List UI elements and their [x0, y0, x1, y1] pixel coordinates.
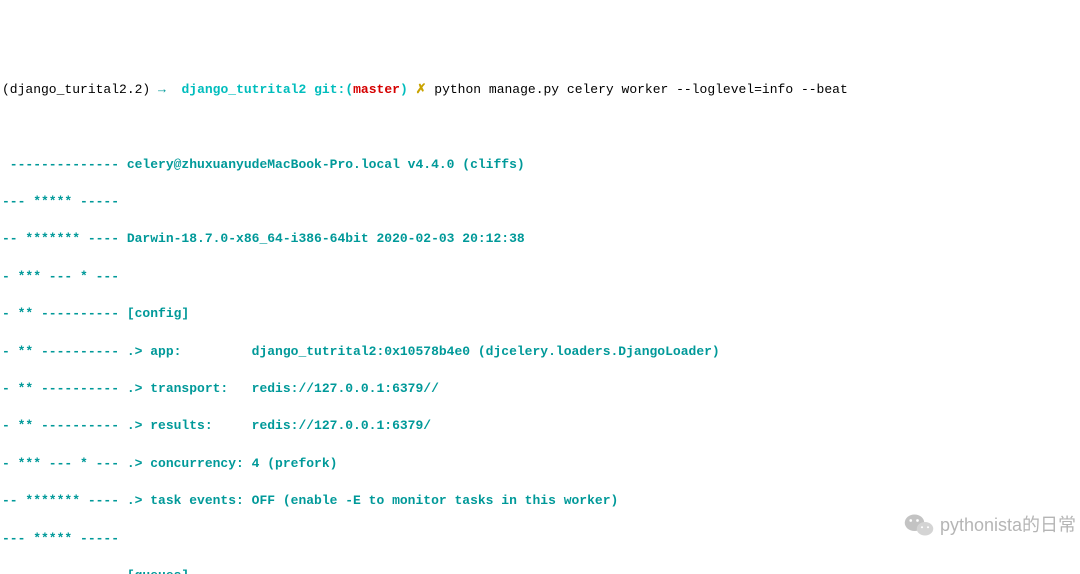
- git-branch: master: [353, 82, 400, 97]
- blank-line: [2, 118, 1080, 137]
- banner-line: -- ******* ---- Darwin-18.7.0-x86_64-i38…: [2, 230, 1080, 249]
- banner-line: - ** ---------- .> results: redis://127.…: [2, 417, 1080, 436]
- git-prefix: git:(: [314, 82, 353, 97]
- venv-name: (django_turital2.2): [2, 82, 150, 97]
- prompt-arrow: →: [158, 82, 166, 97]
- cwd-folder: django_tutrital2: [181, 82, 306, 97]
- banner-line: - ** ---------- [config]: [2, 305, 1080, 324]
- banner-line: -- ******* ---- .> task events: OFF (ena…: [2, 492, 1080, 511]
- banner-line: --- ***** -----: [2, 530, 1080, 549]
- command-text[interactable]: python manage.py celery worker --logleve…: [434, 82, 847, 97]
- banner-line: - *** --- * --- .> concurrency: 4 (prefo…: [2, 455, 1080, 474]
- dirty-flag: ✗: [416, 82, 427, 97]
- banner-line: -------------- celery@zhuxuanyudeMacBook…: [2, 156, 1080, 175]
- banner-line: - *** --- * ---: [2, 268, 1080, 287]
- banner-line: -------------- [queues]: [2, 567, 1080, 574]
- prompt-line: (django_turital2.2) → django_tutrital2 g…: [2, 81, 1080, 100]
- banner-line: --- ***** -----: [2, 193, 1080, 212]
- banner-line: - ** ---------- .> app: django_tutrital2…: [2, 343, 1080, 362]
- banner-line: - ** ---------- .> transport: redis://12…: [2, 380, 1080, 399]
- git-suffix: ): [400, 82, 408, 97]
